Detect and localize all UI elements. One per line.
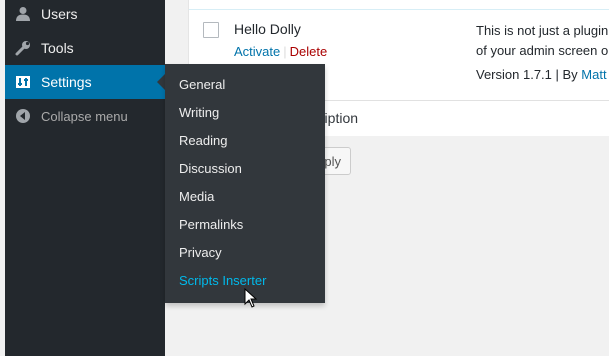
submenu-item-permalinks[interactable]: Permalinks: [179, 215, 243, 235]
description-line: This is not just a plugin,: [476, 23, 609, 38]
action-separator: |: [283, 44, 287, 59]
sidebar-item-users[interactable]: Users: [5, 0, 165, 31]
version-text: Version 1.7.1 | By: [476, 67, 582, 82]
sidebar-item-label: Collapse menu: [41, 108, 128, 124]
sidebar-item-label: Tools: [41, 40, 74, 56]
sidebar-item-tools[interactable]: Tools: [5, 31, 165, 65]
submenu-item-media[interactable]: Media: [179, 187, 214, 207]
admin-sidebar: Users Tools Settings Collapse menu: [5, 0, 165, 356]
activate-link[interactable]: Activate: [234, 44, 280, 59]
settings-submenu: General Writing Reading Discussion Media…: [165, 64, 325, 303]
collapse-icon: [5, 108, 41, 124]
settings-icon: [5, 73, 41, 91]
sidebar-item-settings[interactable]: Settings: [5, 65, 165, 99]
description-line: of your admin screen on: [476, 43, 609, 58]
mouse-cursor-icon: [244, 287, 258, 311]
submenu-item-writing[interactable]: Writing: [179, 103, 219, 123]
delete-link[interactable]: Delete: [290, 44, 328, 59]
submenu-item-general[interactable]: General: [179, 75, 225, 95]
author-link[interactable]: Matt: [581, 67, 606, 82]
table-row-divider: [189, 0, 609, 10]
submenu-item-privacy[interactable]: Privacy: [179, 243, 222, 263]
plugin-title: Hello Dolly: [234, 21, 301, 37]
plugin-version: Version 1.7.1 | By Matt: [476, 67, 607, 82]
sidebar-item-label: Users: [41, 6, 78, 22]
plugin-select-checkbox[interactable]: [203, 22, 219, 38]
row-actions: Activate | Delete: [234, 44, 327, 59]
sidebar-item-label: Settings: [41, 74, 92, 90]
submenu-item-discussion[interactable]: Discussion: [179, 159, 242, 179]
user-icon: [5, 5, 41, 23]
plugin-description: This is not just a plugin, of your admin…: [476, 21, 609, 61]
wrench-icon: [5, 39, 41, 57]
submenu-item-reading[interactable]: Reading: [179, 131, 227, 151]
collapse-menu-button[interactable]: Collapse menu: [5, 99, 165, 133]
